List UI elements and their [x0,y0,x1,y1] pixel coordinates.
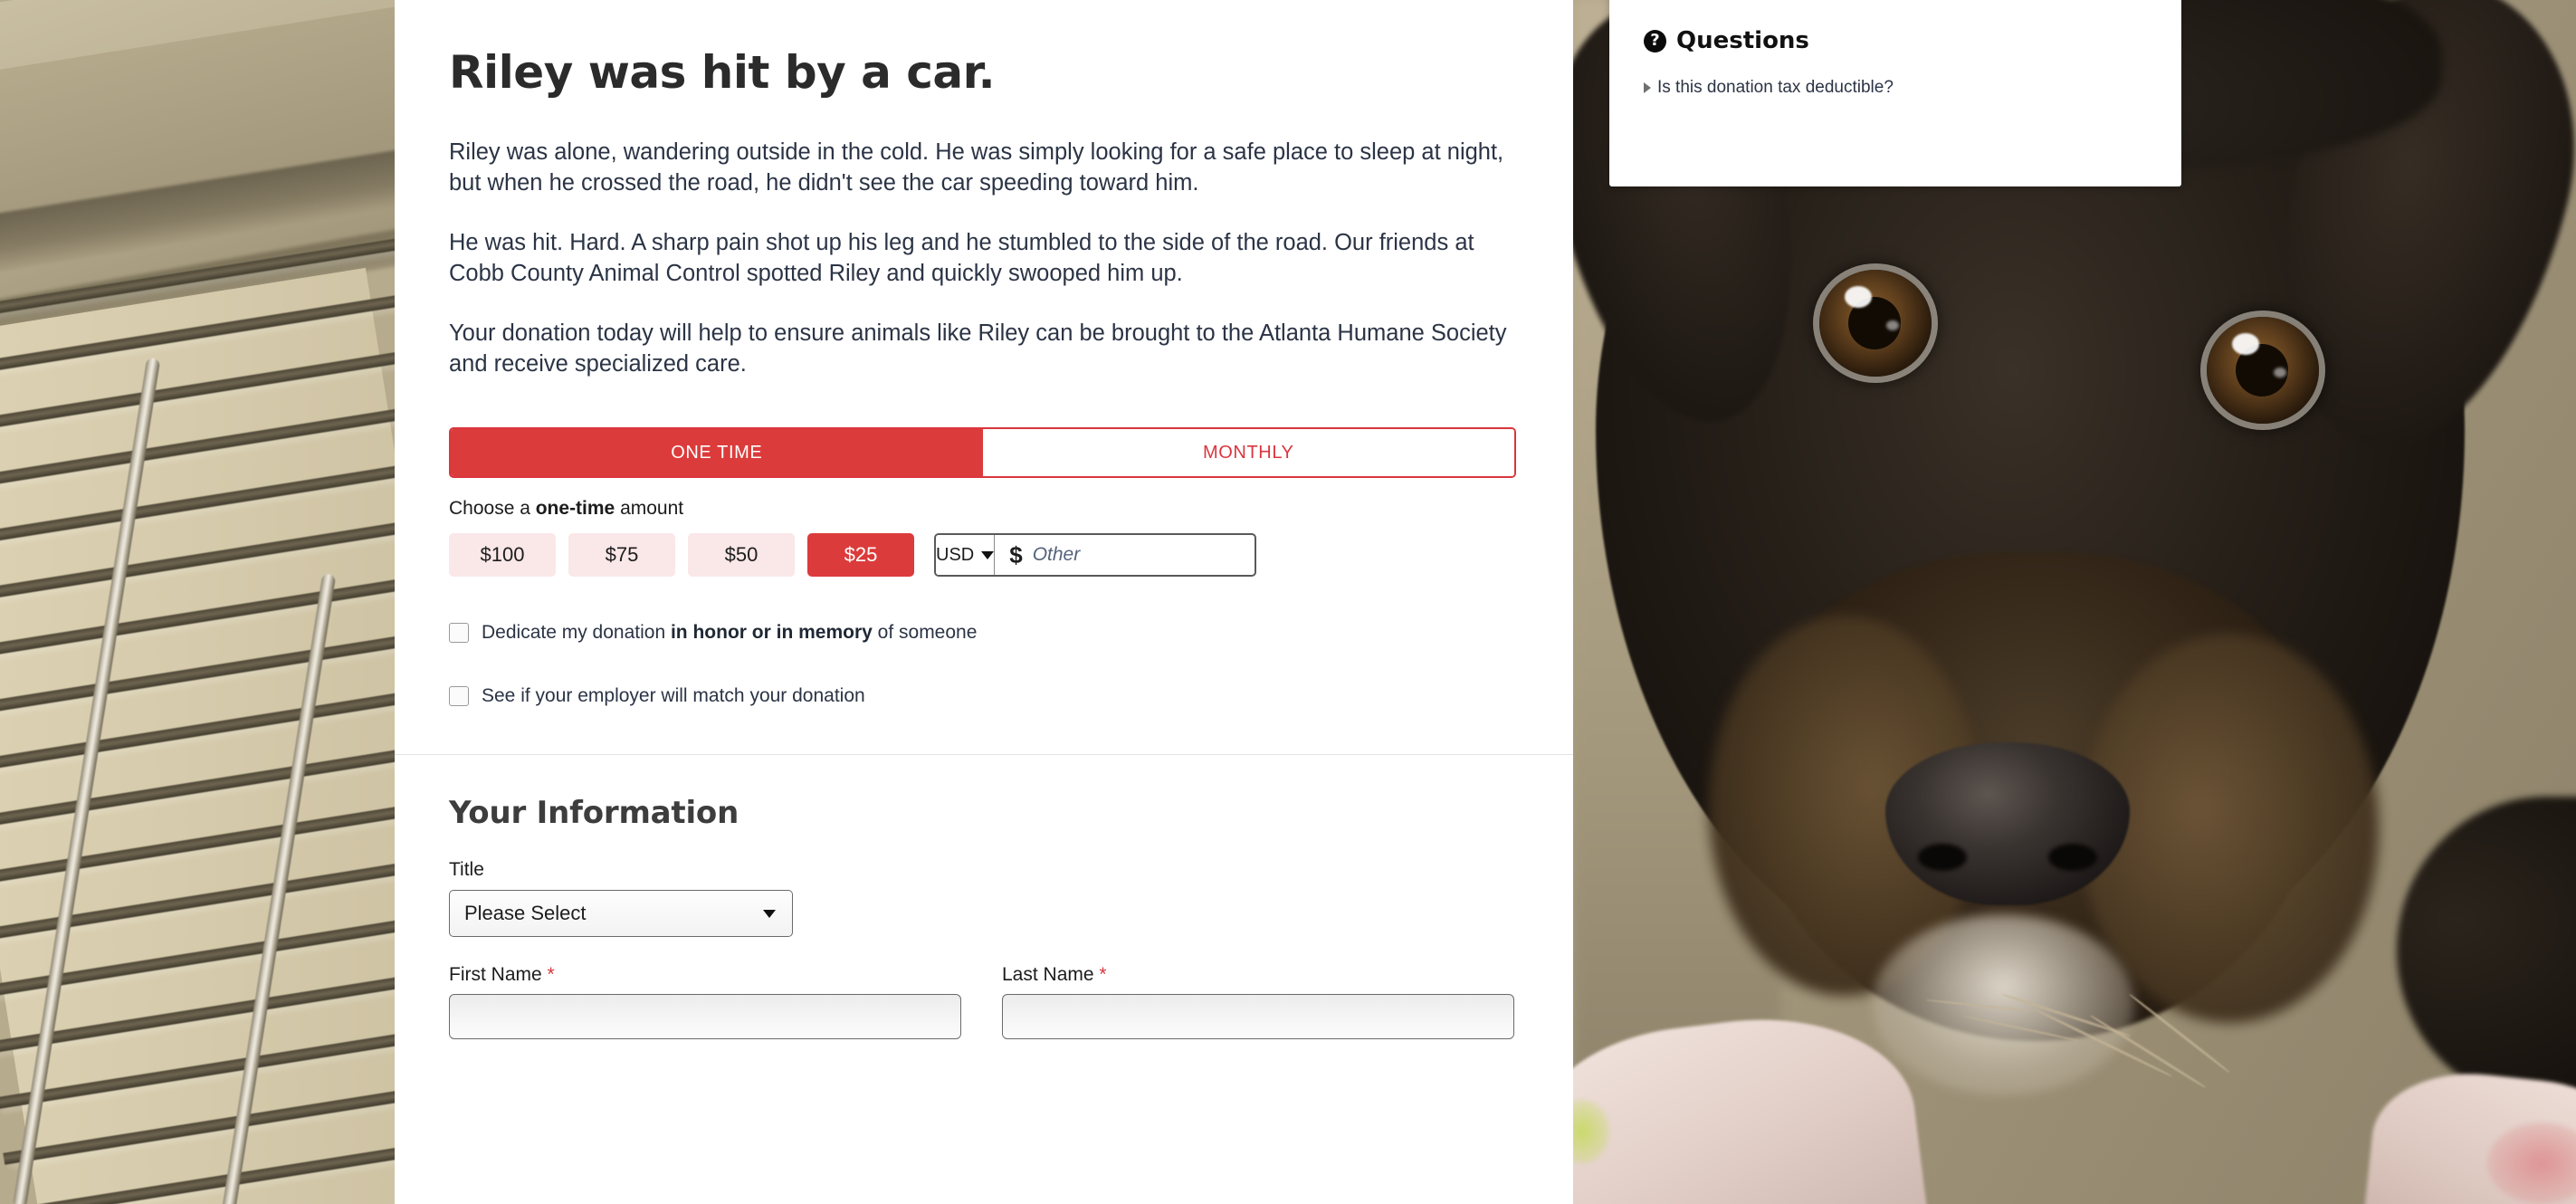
chevron-down-icon [763,909,776,918]
title-select-value: Please Select [464,902,587,925]
choose-amount-suffix: amount [615,498,684,520]
donation-page: Riley was hit by a car. Riley was alone,… [0,0,2576,1204]
questions-card: ? Questions Is this donation tax deducti… [1609,0,2181,186]
amount-button-100[interactable]: $100 [449,533,556,578]
question-circle-icon: ? [1644,29,1666,53]
title-select[interactable]: Please Select [449,890,793,938]
first-name-label-text: First Name [449,964,542,986]
first-name-required-asterisk: * [547,964,555,986]
tab-one-time[interactable]: ONE TIME [451,429,983,477]
dedicate-suffix: of someone [872,622,978,644]
disclosure-triangle-icon [1644,82,1651,93]
currency-value: USD [936,544,975,565]
amount-button-75[interactable]: $75 [568,533,675,578]
story-paragraph-3: Your donation today will help to ensure … [449,320,1507,377]
donation-frequency-toggle: ONE TIME MONTHLY [449,427,1516,479]
last-name-group: Last Name * [1002,964,1514,1040]
dedicate-donation-checkbox[interactable] [449,623,469,644]
question-item-tax-deductible[interactable]: Is this donation tax deductible? [1644,78,2147,98]
employer-match-label: See if your employer will match your don… [482,685,865,707]
last-name-required-asterisk: * [1099,964,1107,986]
dedicate-donation-row: Dedicate my donation in honor or in memo… [449,622,1519,644]
other-amount-input[interactable] [1030,535,1255,576]
your-information-title: Your Information [449,795,739,832]
first-name-label: First Name * [449,964,961,986]
questions-header: ? Questions [1644,27,2147,54]
dedicate-prefix: Dedicate my donation [482,622,671,644]
first-name-input[interactable] [449,994,961,1040]
amount-button-50[interactable]: $50 [688,533,795,578]
donation-form-panel: Riley was hit by a car. Riley was alone,… [395,0,1573,1204]
other-amount-group: USD $ [934,533,1256,578]
tab-monthly[interactable]: MONTHLY [982,429,1514,477]
story-paragraph-1: Riley was alone, wandering outside in th… [449,139,1504,196]
background-photo-kennel [0,0,395,1204]
choose-amount-bold: one-time [535,498,615,520]
dog-eye-right [2207,317,2319,424]
amount-button-25[interactable]: $25 [807,533,914,578]
dedicate-donation-label: Dedicate my donation in honor or in memo… [482,622,977,644]
choose-amount-label: Choose a one-time amount [449,498,1519,520]
employer-match-row: See if your employer will match your don… [449,685,1519,707]
last-name-label: Last Name * [1002,964,1514,986]
story-paragraph-2: He was hit. Hard. A sharp pain shot up h… [449,229,1474,286]
amount-options-row: $100 $75 $50 $25 USD $ [449,533,1519,578]
employer-match-checkbox[interactable] [449,686,469,707]
first-name-group: First Name * [449,964,961,1040]
currency-select[interactable]: USD [936,535,996,576]
currency-symbol: $ [1009,540,1023,569]
title-field-label: Title [449,859,484,881]
dog-eye-left [1819,270,1932,377]
last-name-input[interactable] [1002,994,1514,1040]
question-item-label: Is this donation tax deductible? [1657,78,1894,97]
last-name-label-text: Last Name [1002,964,1094,986]
page-title: Riley was hit by a car. [449,46,996,99]
name-fields-row: First Name * Last Name * [449,964,1519,1040]
dedicate-bold: in honor or in memory [670,622,873,644]
choose-amount-prefix: Choose a [449,498,536,520]
chevron-down-icon [981,550,995,559]
questions-title: Questions [1676,27,1809,54]
